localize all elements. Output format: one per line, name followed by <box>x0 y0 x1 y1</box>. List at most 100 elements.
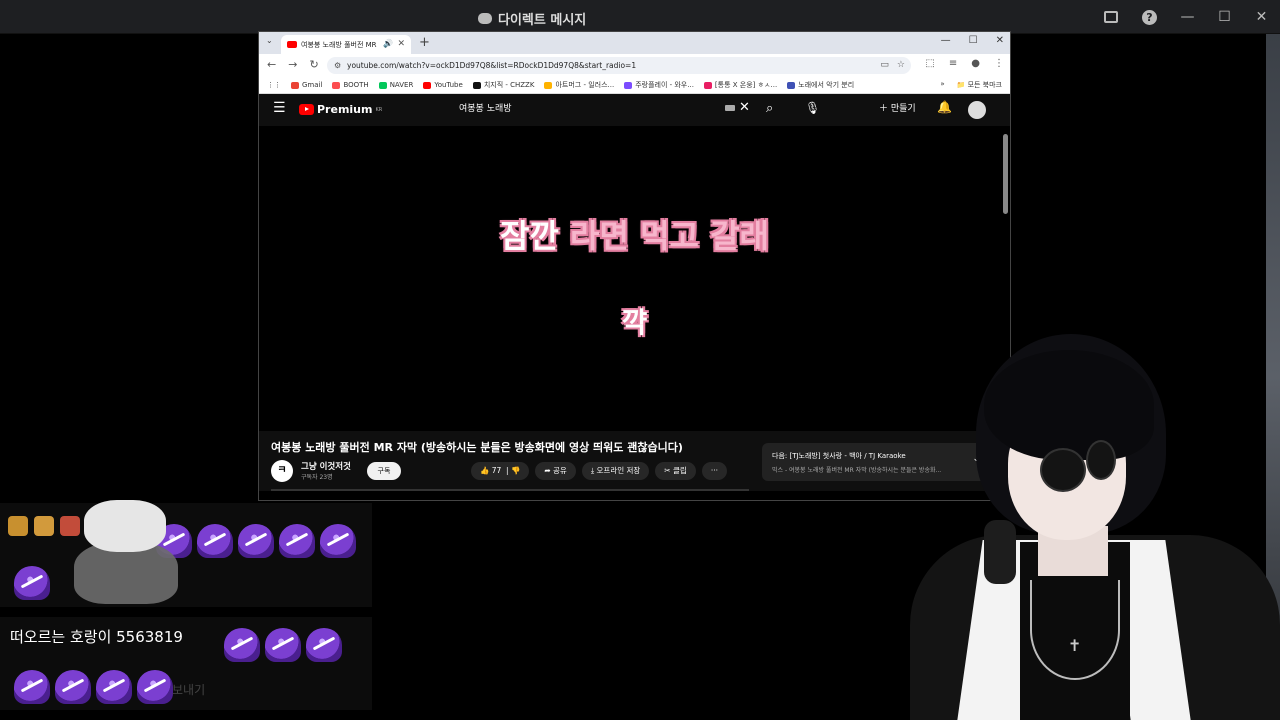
forward-icon[interactable]: → <box>288 58 297 71</box>
logo-text: Premium <box>317 103 373 116</box>
clip-label: 클립 <box>673 466 687 475</box>
discord-title-text: 다이렉트 메시지 <box>498 13 587 28</box>
lyric-white-part: 잠깐 <box>500 217 571 255</box>
bookmark-label: Gmail <box>302 81 323 89</box>
close-button[interactable]: ✕ <box>1243 9 1280 25</box>
bookmark-play[interactable]: 주랑플레이 - 와우... <box>624 80 694 90</box>
emote-row <box>14 670 173 704</box>
new-tab-button[interactable]: + <box>419 35 430 50</box>
ghost-head <box>84 500 166 552</box>
toolbar-right: ⬚ ≡ ● ⋮ <box>925 58 1004 69</box>
emote-icon <box>306 628 342 662</box>
emote-row <box>14 566 50 600</box>
mic-icon[interactable]: 🎙 <box>805 101 820 115</box>
tab-close-icon[interactable]: ✕ <box>397 39 405 49</box>
bookmark-label: NAVER <box>389 81 414 89</box>
help-icon[interactable]: ? <box>1142 9 1157 25</box>
emote-icon <box>197 524 233 558</box>
channel-avatar[interactable]: ㅋ <box>271 460 293 482</box>
page-scrollbar[interactable] <box>1003 134 1008 214</box>
vtuber-avatar: ✝ <box>880 330 1280 720</box>
address-bar[interactable]: ⚙ youtube.com/watch?v=ockD1Dd97Q8&list=R… <box>327 57 911 74</box>
emote-icon <box>96 670 132 704</box>
cast-icon[interactable]: ▭ <box>880 60 889 70</box>
like-icon[interactable]: 👍 <box>480 466 489 475</box>
like-dislike-button[interactable]: 👍 77 | 👎 <box>471 462 530 480</box>
site-info-icon[interactable]: ⚙ <box>334 61 341 70</box>
minimize-button[interactable]: — <box>1169 9 1206 25</box>
like-count: 77 <box>491 466 502 475</box>
channel-name[interactable]: 그냥 이것저것 <box>301 460 351 472</box>
youtube-play-icon <box>299 104 314 115</box>
search-input[interactable]: 여봉봉 노래방 <box>459 101 759 114</box>
inbox-icon[interactable] <box>1104 11 1118 23</box>
url-text: youtube.com/watch?v=ockD1Dd97Q8&list=RDo… <box>347 61 637 70</box>
bookmarks-right: » 📁 모든 북마크 <box>940 80 1002 90</box>
tab-youtube[interactable]: 여봉봉 노래방 풀버전 MR 🔊 ✕ <box>281 35 411 54</box>
create-label: 만들기 <box>890 104 916 114</box>
speaker-icon[interactable]: 🔊 <box>383 39 393 48</box>
tab-search-icon[interactable]: ⌄ <box>266 36 273 45</box>
notifications-bell-icon[interactable]: 🔔 <box>937 100 952 114</box>
share-icon: ➦ <box>544 466 551 475</box>
apps-icon[interactable]: ⋮⋮ <box>267 81 281 89</box>
bookmark-label: [통통 X 온웅] ㅎㅅ... <box>714 81 778 89</box>
bookmark-label: YouTube <box>434 81 463 89</box>
discord-logo-icon <box>478 13 492 24</box>
extensions-icon[interactable]: ⬚ <box>925 58 934 69</box>
reload-icon[interactable]: ↻ <box>309 58 318 71</box>
bookmark-chzzk[interactable]: 치지직 - CHZZK <box>472 80 534 90</box>
clip-button[interactable]: ✂ 클립 <box>655 462 696 480</box>
booth-icon <box>332 81 341 89</box>
bookmark-youtube[interactable]: YouTube <box>423 81 463 89</box>
more-bookmarks-icon[interactable]: » <box>940 80 944 90</box>
create-button[interactable]: ＋ 만들기 <box>879 101 916 114</box>
keyboard-icon[interactable] <box>725 105 735 111</box>
bookmark-separator-tool[interactable]: 노래에서 악기 분리 <box>787 80 854 90</box>
bookmark-naver[interactable]: NAVER <box>378 81 414 89</box>
back-icon[interactable]: ← <box>267 58 276 71</box>
tab-title: 여봉봉 노래방 풀버전 MR <box>301 41 377 49</box>
tab-bar: ⌄ 여봉봉 노래방 풀버전 MR 🔊 ✕ + — ☐ ✕ <box>259 32 1010 54</box>
bookmark-gmail[interactable]: Gmail <box>291 81 322 89</box>
chrome-menu-icon[interactable]: ⋮ <box>994 58 1004 69</box>
youtube-header: ☰ Premium KR 여봉봉 노래방 ✕ ⌕ 🎙 ＋ 만들기 🔔 <box>259 94 1010 126</box>
search-icon[interactable]: ⌕ <box>766 101 773 116</box>
discord-titlebar: 다이렉트 메시지 ? — ☐ ✕ <box>0 0 1280 34</box>
hamburger-menu-icon[interactable]: ☰ <box>273 100 286 116</box>
emote-icon <box>137 670 173 704</box>
youtube-logo[interactable]: Premium KR <box>299 103 382 116</box>
ghost-sticker <box>70 500 178 606</box>
bookmark-collab[interactable]: [통통 X 온웅] ㅎㅅ... <box>703 80 778 90</box>
gift-badge-icon <box>34 516 54 536</box>
dislike-icon[interactable]: 👎 <box>511 466 520 475</box>
discord-window-title: 다이렉트 메시지 <box>478 9 586 28</box>
emote-row <box>156 524 356 558</box>
chrome-close-button[interactable]: ✕ <box>996 35 1004 46</box>
headphones-icon <box>984 520 1016 584</box>
maximize-button[interactable]: ☐ <box>1206 9 1243 25</box>
download-button[interactable]: ⤓ 오프라인 저장 <box>581 462 650 480</box>
clear-search-icon[interactable]: ✕ <box>739 100 750 115</box>
chrome-maximize-button[interactable]: ☐ <box>969 35 978 46</box>
user-avatar[interactable] <box>968 101 986 119</box>
more-actions-button[interactable]: ··· <box>701 462 727 480</box>
chzzk-icon <box>472 81 481 89</box>
region-code: KR <box>375 106 383 113</box>
subscribe-button[interactable]: 구독 <box>367 462 401 480</box>
url-actions: ▭ ☆ <box>880 60 905 70</box>
chrome-minimize-button[interactable]: — <box>941 35 951 46</box>
share-button[interactable]: ➦ 공유 <box>535 462 576 480</box>
all-bookmarks[interactable]: 📁 모든 북마크 <box>957 80 1002 90</box>
video-title: 여봉봉 노래방 풀버전 MR 자막 (방송하시는 분들은 방송화면에 영상 띄워… <box>271 441 683 454</box>
bookmark-label: 주랑플레이 - 와우... <box>635 81 694 89</box>
profile-icon[interactable]: ● <box>971 58 980 69</box>
sunglasses-left-icon <box>1040 448 1086 492</box>
bookmark-star-icon[interactable]: ☆ <box>897 60 905 70</box>
youtube-icon <box>423 81 432 89</box>
nav-buttons: ← → ↻ <box>267 58 319 71</box>
bookmark-booth[interactable]: BOOTH <box>332 81 369 89</box>
media-icon[interactable]: ≡ <box>949 58 957 69</box>
bookmark-artmug[interactable]: 아트머그 - 일러스... <box>544 80 614 90</box>
bookmark-label: 노래에서 악기 분리 <box>798 81 855 89</box>
